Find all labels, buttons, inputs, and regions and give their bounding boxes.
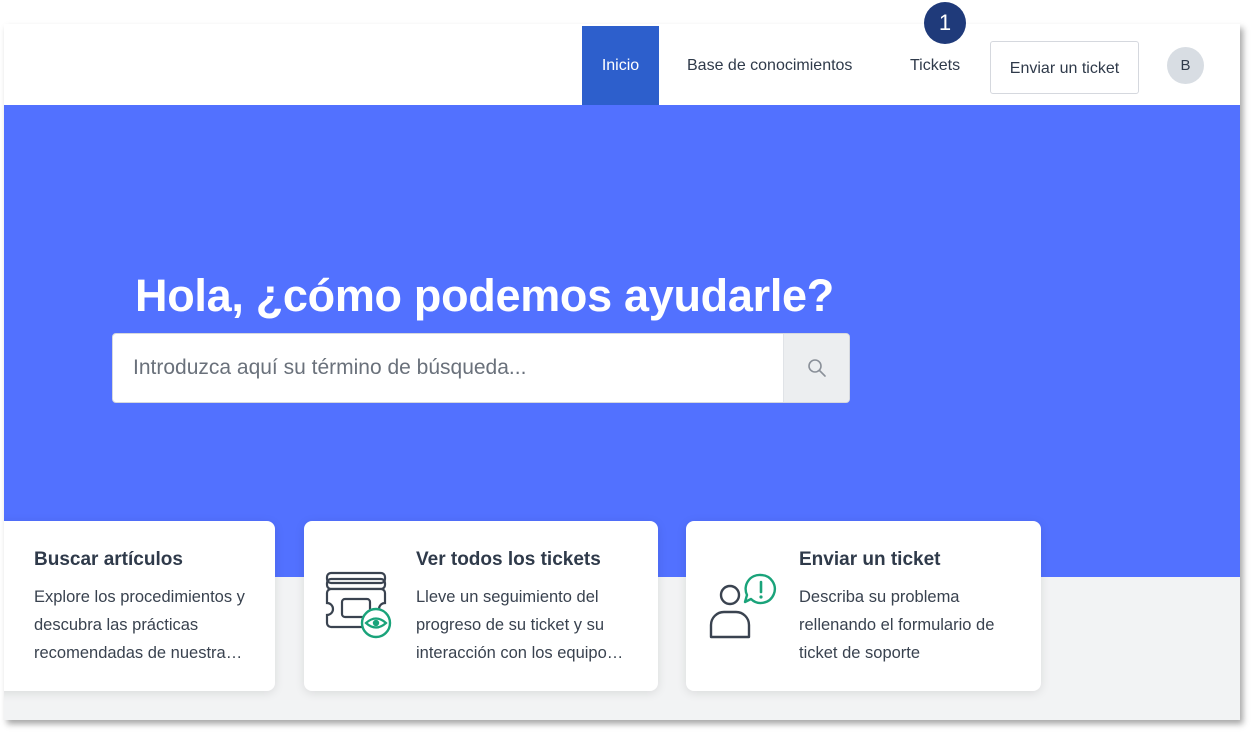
user-alert-icon: [709, 573, 776, 639]
user-avatar[interactable]: B: [1167, 47, 1204, 84]
search-icon: [807, 359, 826, 377]
hero-title: Hola, ¿cómo podemos ayudarle?: [135, 270, 834, 321]
card-description: Describa su problema rellenando el formu…: [799, 588, 995, 662]
card-description: Explore los procedimientos y descubra la…: [34, 588, 245, 662]
search-button[interactable]: [783, 334, 849, 402]
card-description: Lleve un seguimiento del progreso de su …: [416, 588, 624, 662]
browser-viewport: Inicio Base de conocimientos Tickets Env…: [4, 24, 1240, 720]
ticket-view-icon: [325, 571, 392, 639]
nav-home[interactable]: Inicio: [582, 26, 659, 105]
submit-ticket-button[interactable]: Enviar un ticket: [990, 41, 1139, 94]
search-bar: [112, 333, 850, 403]
step-number-badge: 1: [924, 2, 966, 44]
card-title: Enviar un ticket: [799, 549, 941, 570]
top-navigation-bar: Inicio Base de conocimientos Tickets Env…: [4, 24, 1240, 105]
card-title: Buscar artículos: [34, 549, 183, 570]
card-title: Ver todos los tickets: [416, 549, 601, 570]
card-submit-ticket[interactable]: Enviar un ticket Describa su problema re…: [686, 521, 1041, 691]
card-search-articles[interactable]: Buscar artículos Explore los procedimien…: [4, 521, 275, 691]
card-view-all-tickets[interactable]: Ver todos los tickets Lleve un seguimien…: [304, 521, 658, 691]
nav-knowledge-base[interactable]: Base de conocimientos: [669, 26, 870, 105]
search-input[interactable]: [113, 334, 785, 402]
